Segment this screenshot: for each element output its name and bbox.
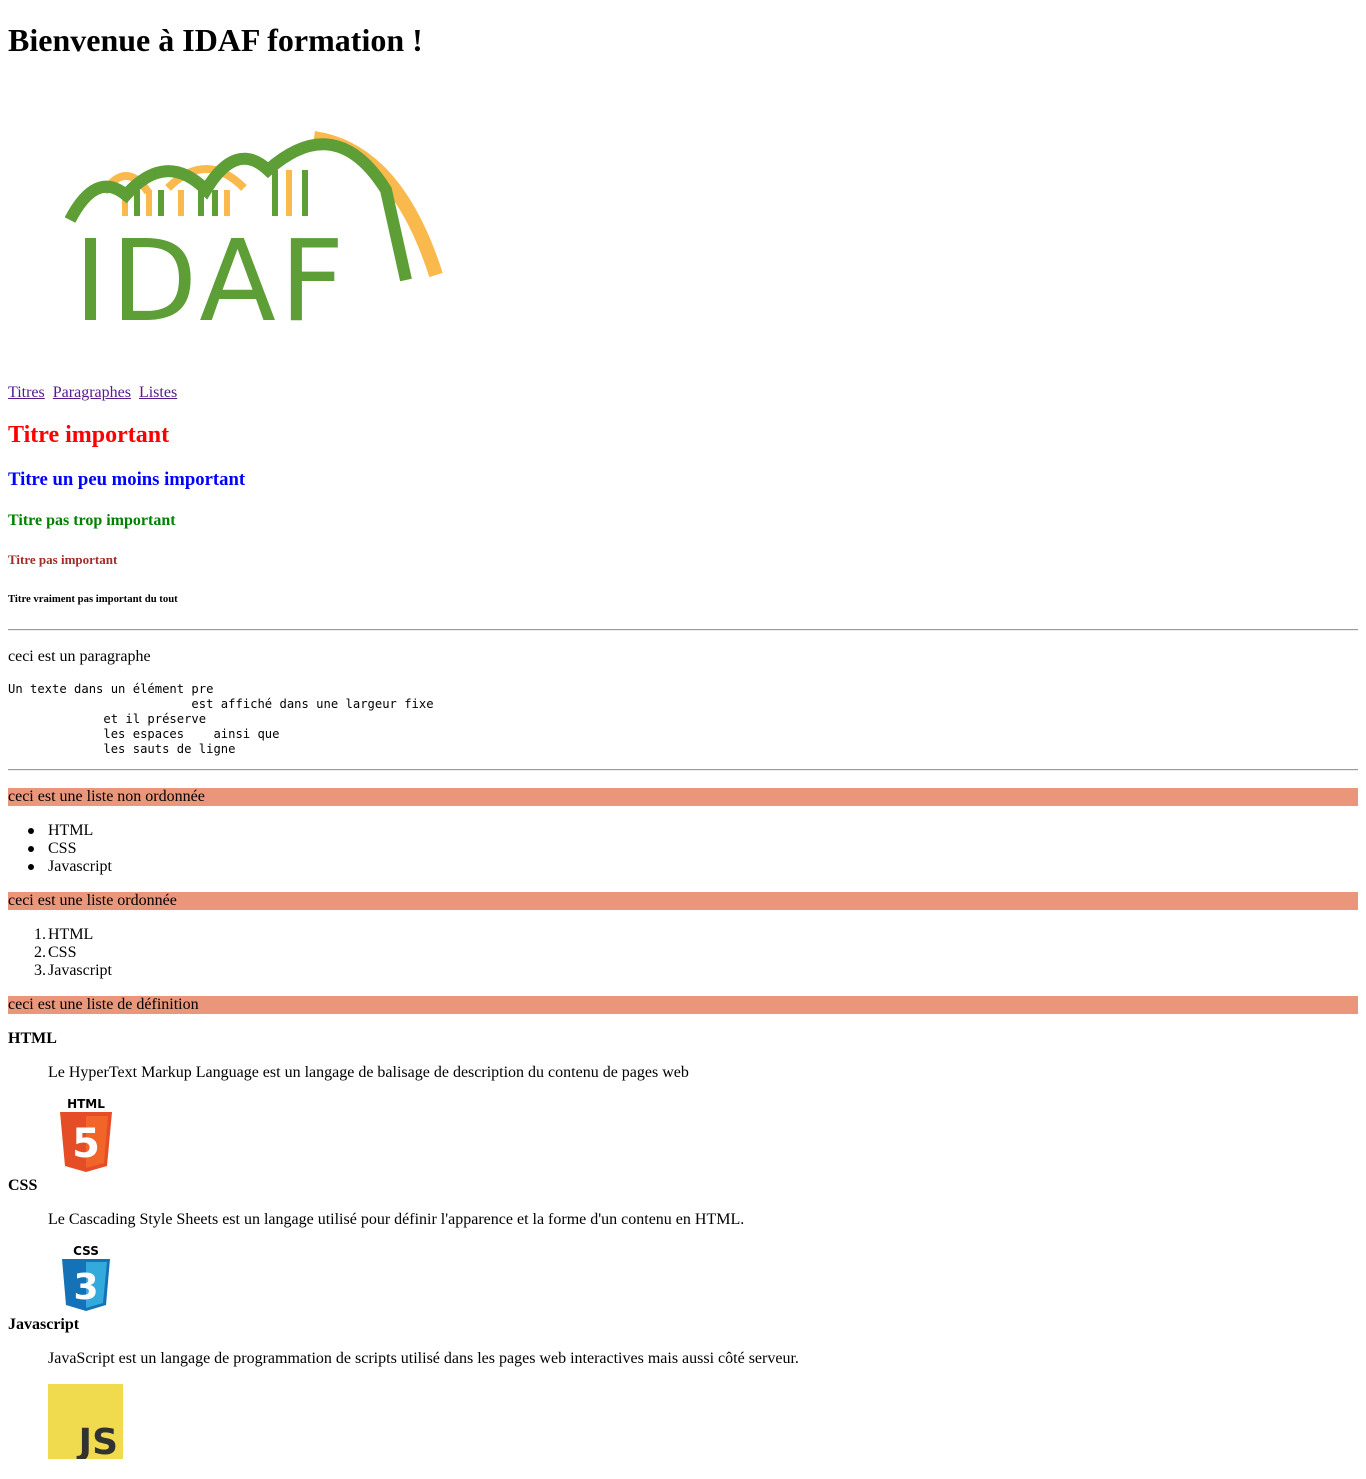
title-h5: Titre vraiment pas important du tout: [8, 593, 178, 605]
html5-logo: HTML 5: [56, 1096, 116, 1179]
javascript-label: JS: [76, 1422, 118, 1459]
list-item: CSS: [48, 944, 77, 961]
list-number: 2.: [34, 944, 46, 961]
divider: [8, 769, 1358, 771]
bullet: [28, 828, 34, 834]
definition-description: Le HyperText Markup Language est un lang…: [48, 1064, 689, 1081]
javascript-logo: JS: [48, 1384, 123, 1464]
css3-logo: CSS 3: [56, 1243, 116, 1318]
definition-term: Javascript: [8, 1316, 80, 1333]
css3-icon: CSS 3: [62, 1244, 110, 1311]
svg-text:5: 5: [72, 1121, 100, 1167]
title-h2: Titre un peu moins important: [8, 469, 246, 490]
nav-link-listes[interactable]: Listes: [139, 384, 177, 401]
list-item: HTML: [48, 926, 94, 943]
idaf-logo: IDAF: [56, 130, 446, 347]
list-item: Javascript: [48, 962, 112, 979]
list-number: 3.: [34, 962, 46, 979]
css3-label: CSS: [73, 1244, 99, 1258]
title-h1: Titre important: [8, 422, 170, 448]
definition-description: JavaScript est un langage de programmati…: [48, 1350, 799, 1367]
nav-link-paragraphes[interactable]: Paragraphes: [53, 384, 131, 401]
list-item: HTML: [48, 822, 94, 839]
html5-label: HTML: [67, 1097, 105, 1111]
section-banner-unordered: ceci est une liste non ordonnée: [8, 788, 1358, 806]
nav-links: Titres Paragraphes Listes: [8, 384, 181, 402]
definition-term: CSS: [8, 1177, 38, 1194]
page-heading: Bienvenue à IDAF formation !: [8, 22, 423, 58]
bullet: [28, 846, 34, 852]
svg-text:3: 3: [73, 1267, 98, 1308]
list-item: CSS: [48, 840, 77, 857]
html5-icon: HTML 5: [60, 1097, 112, 1172]
section-banner-definition: ceci est une liste de définition: [8, 996, 1358, 1014]
list-item: Javascript: [48, 858, 112, 875]
logo-text: IDAF: [74, 217, 348, 330]
bullet: [28, 864, 34, 870]
list-number: 1.: [34, 926, 46, 943]
title-h4: Titre pas important: [8, 552, 118, 567]
divider: [8, 629, 1358, 631]
section-banner-ordered: ceci est une liste ordonnée: [8, 892, 1358, 910]
paragraph: ceci est un paragraphe: [8, 648, 151, 665]
title-h3: Titre pas trop important: [8, 512, 176, 529]
javascript-icon: JS: [48, 1384, 123, 1463]
pre-block: Un texte dans un élément pre est affiché…: [8, 682, 434, 756]
idaf-logo-graphic: IDAF: [64, 131, 443, 347]
nav-link-titres[interactable]: Titres: [8, 384, 45, 401]
definition-term: HTML: [8, 1030, 57, 1047]
definition-description: Le Cascading Style Sheets est un langage…: [48, 1211, 745, 1228]
